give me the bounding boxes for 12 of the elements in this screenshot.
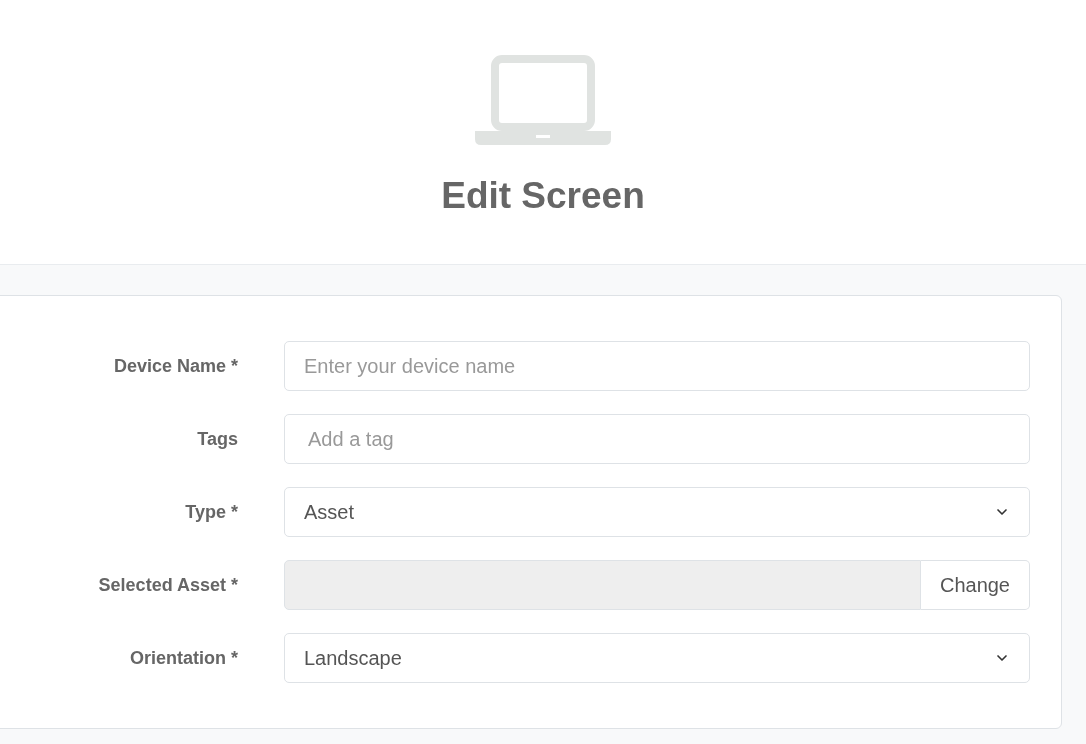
change-button[interactable]: Change [920, 560, 1030, 610]
field-label: Device Name * [112, 354, 239, 378]
page-title: Edit Screen [441, 174, 645, 218]
field-label: Selected Asset * [97, 573, 239, 597]
field-label: Tags [196, 427, 239, 451]
laptop-icon [475, 55, 611, 146]
select-field[interactable]: Landscape [284, 633, 1030, 683]
select-field[interactable]: Asset [284, 487, 1030, 537]
field-label: Type * [184, 500, 239, 524]
field-label: Orientation * [129, 646, 239, 670]
tag-input-field[interactable]: Add a tag [284, 414, 1030, 464]
text-input-field[interactable]: Enter your device name [284, 341, 1030, 391]
